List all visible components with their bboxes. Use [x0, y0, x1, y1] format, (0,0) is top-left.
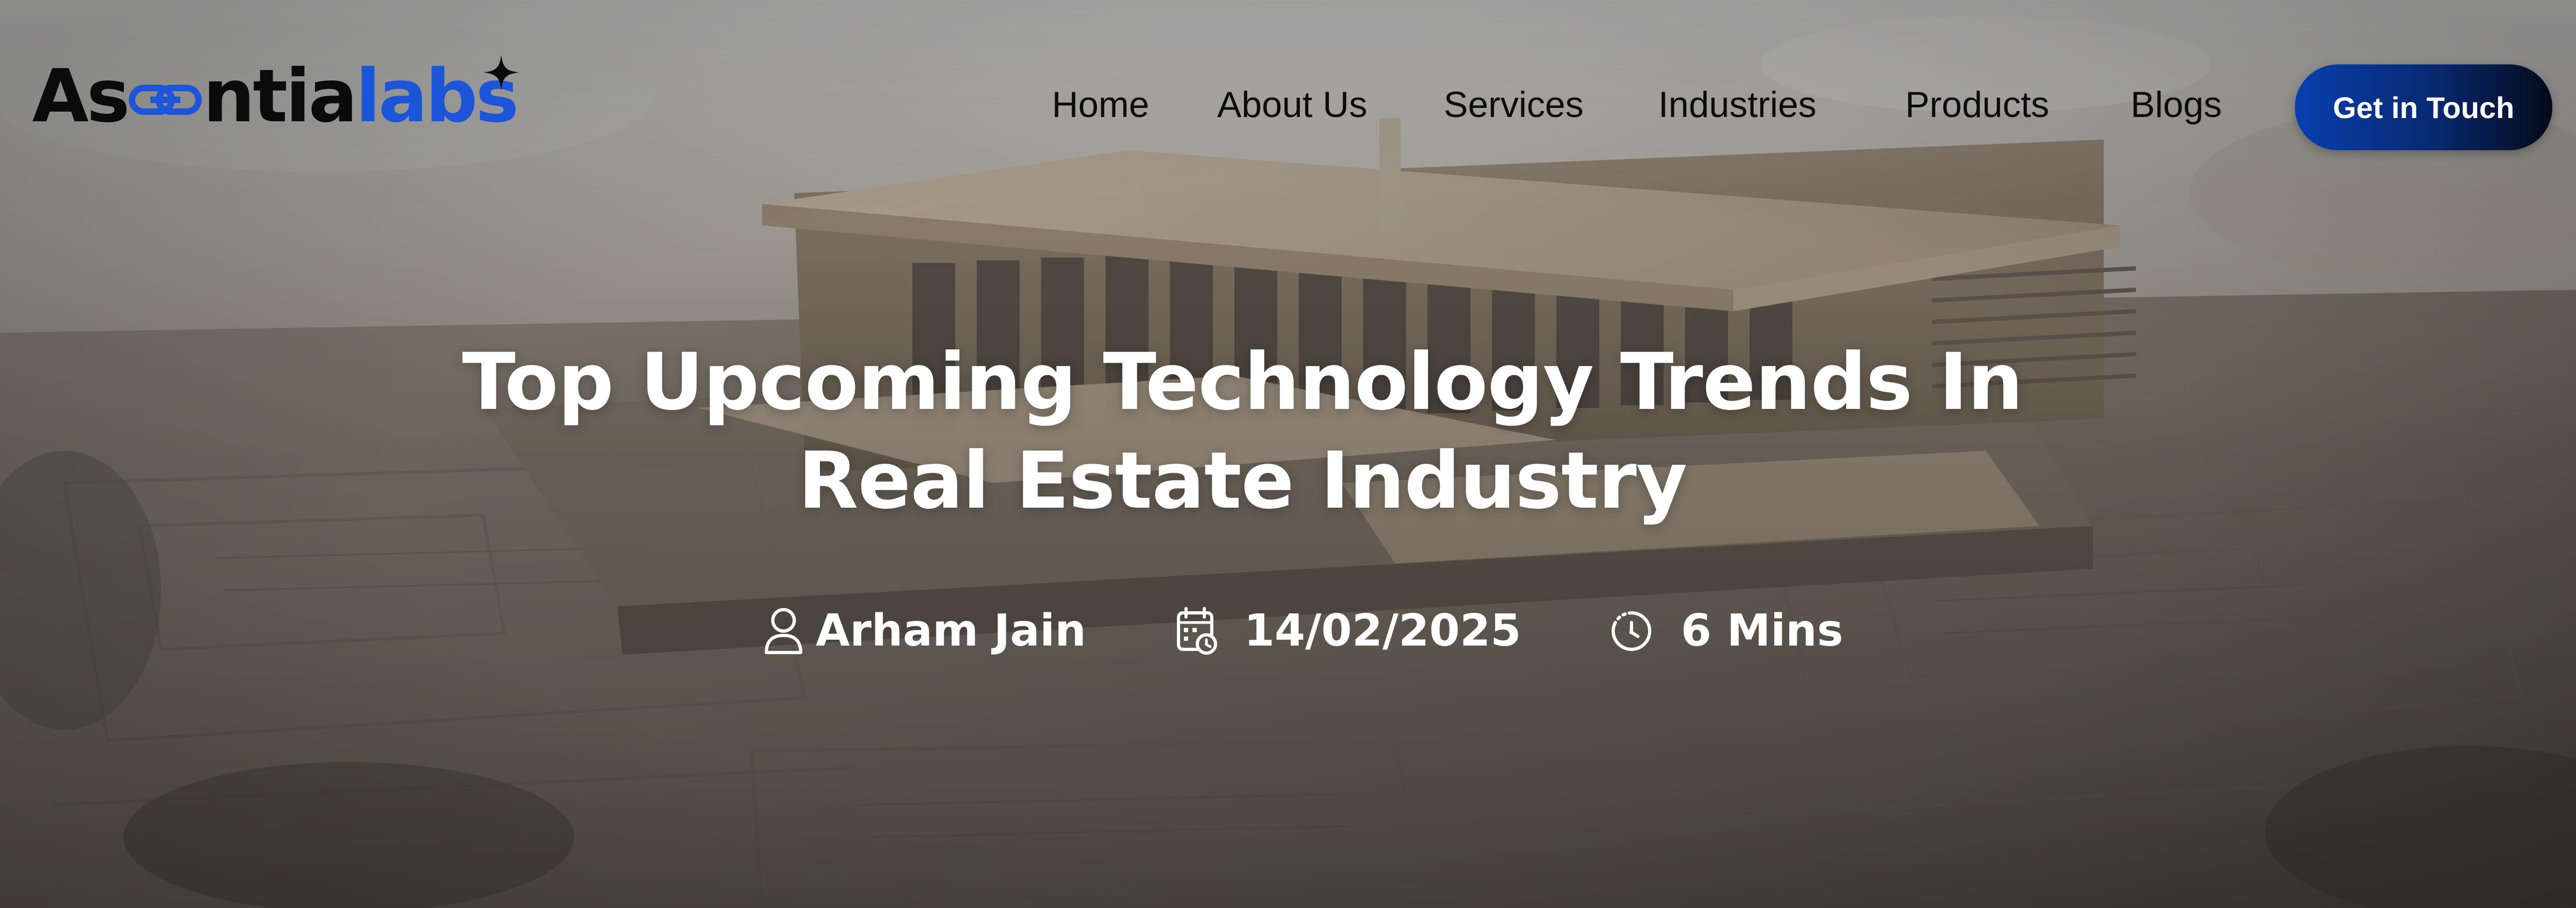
article-read-time: 6 Mins — [1610, 596, 1843, 665]
read-time: 6 Mins — [1681, 605, 1843, 656]
calendar-clock-icon — [1177, 607, 1217, 655]
article-title-line-1: Top Upcoming Technology Trends In — [462, 336, 2023, 428]
article-title: Top Upcoming Technology Trends In Real E… — [429, 333, 2055, 530]
article-title-line-2: Real Estate Industry — [797, 435, 1687, 526]
get-in-touch-button[interactable]: Get in Touch — [2295, 64, 2552, 150]
article-meta: Arham Jain 14/02/2025 6 Mins — [0, 596, 2576, 665]
timer-icon — [1612, 611, 1651, 651]
nav-item-industries[interactable]: Industries — [1658, 86, 1817, 123]
logo-text-ntia: ntia — [203, 54, 357, 139]
article-date: 14/02/2025 — [1175, 596, 1521, 665]
brand-logo[interactable]: As ntia labs — [32, 54, 519, 140]
nav-item-services[interactable]: Services — [1444, 86, 1584, 123]
logo-text-as: As — [32, 54, 130, 139]
author-name: Arham Jain — [816, 605, 1086, 656]
site-header: As ntia labs Home About Us Services Indu… — [0, 0, 2576, 209]
nav-item-about-us[interactable]: About Us — [1217, 86, 1367, 123]
nav-item-products[interactable]: Products — [1905, 86, 2049, 123]
nav-item-blogs[interactable]: Blogs — [2131, 86, 2222, 123]
user-icon — [765, 608, 802, 654]
sparkle-icon — [484, 55, 519, 90]
article-author: Arham Jain — [762, 596, 1086, 665]
publish-date: 14/02/2025 — [1244, 605, 1521, 656]
chain-link-icon — [129, 85, 202, 115]
nav-item-home[interactable]: Home — [1052, 86, 1149, 123]
